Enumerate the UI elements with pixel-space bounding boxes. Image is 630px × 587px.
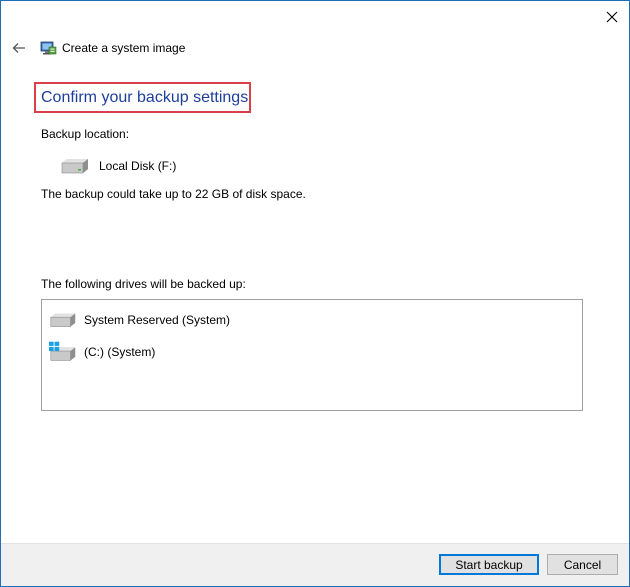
drive-label: (C:) (System) — [84, 345, 156, 359]
cancel-button[interactable]: Cancel — [547, 554, 618, 575]
list-item: System Reserved (System) — [48, 310, 230, 330]
start-backup-button[interactable]: Start backup — [439, 554, 539, 575]
back-button[interactable] — [9, 38, 29, 58]
system-image-icon — [39, 39, 57, 57]
drives-list: System Reserved (System) (C:) (System) — [41, 299, 583, 411]
backup-location-label: Backup location: — [41, 127, 130, 141]
backup-location-row: Local Disk (F:) — [59, 157, 176, 175]
drives-list-label: The following drives will be backed up: — [41, 277, 246, 291]
disk-drive-icon — [61, 159, 88, 174]
close-button[interactable] — [599, 5, 625, 29]
title-bar: Create a system image — [9, 37, 185, 59]
window-title: Create a system image — [62, 41, 186, 55]
windows-disk-drive-icon — [48, 341, 76, 361]
list-item: (C:) (System) — [48, 341, 156, 362]
disk-space-note: The backup could take up to 22 GB of dis… — [41, 187, 306, 201]
backup-location-value: Local Disk (F:) — [99, 159, 177, 173]
create-system-image-window: Create a system image Confirm your backu… — [0, 0, 630, 587]
drive-label: System Reserved (System) — [84, 313, 231, 327]
disk-drive-icon — [50, 313, 76, 327]
close-icon — [606, 11, 618, 23]
footer-bar: Start backup Cancel — [1, 543, 629, 586]
back-arrow-icon — [12, 43, 25, 53]
page-heading: Confirm your backup settings — [41, 89, 249, 106]
